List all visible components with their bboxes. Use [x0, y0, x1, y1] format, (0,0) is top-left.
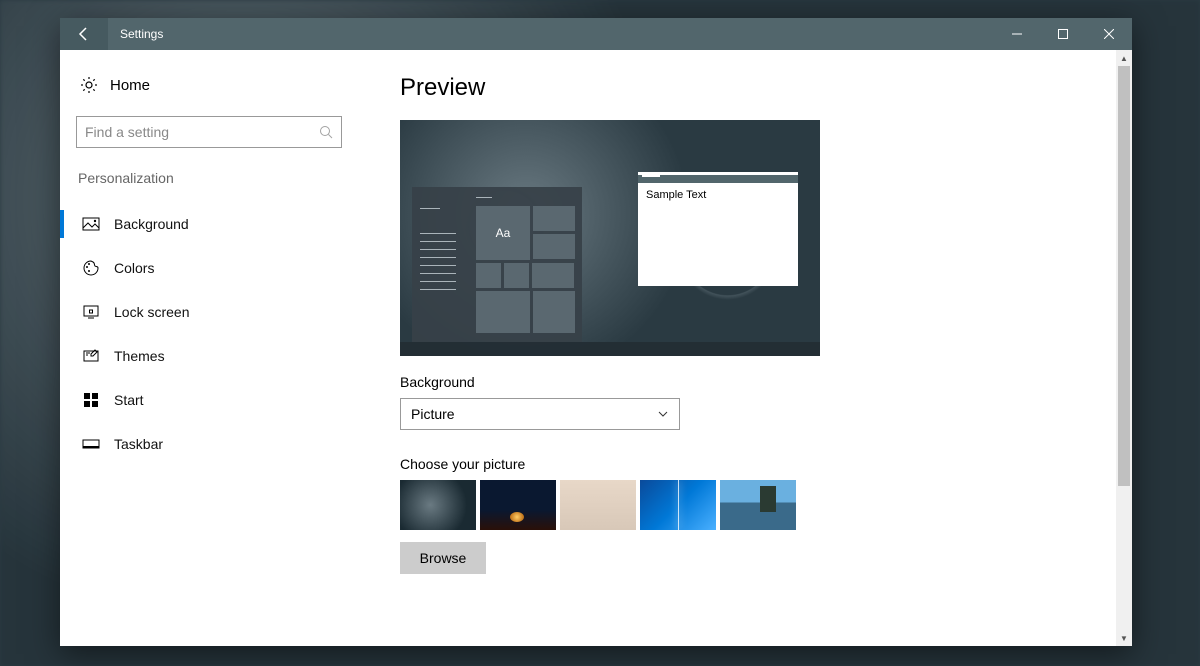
browse-button[interactable]: Browse — [400, 542, 486, 574]
sidebar: Home Personalization Background Colors — [60, 50, 390, 646]
search-box[interactable] — [76, 116, 342, 148]
close-button[interactable] — [1086, 18, 1132, 50]
palette-icon — [82, 259, 100, 277]
picture-thumb-5[interactable] — [720, 480, 796, 530]
picture-thumb-2[interactable] — [480, 480, 556, 530]
maximize-icon — [1058, 29, 1068, 39]
lockscreen-icon — [82, 303, 100, 321]
preview-sample-text: Sample Text — [638, 183, 798, 207]
arrow-left-icon — [76, 26, 92, 42]
back-button[interactable] — [60, 18, 108, 50]
scroll-thumb[interactable] — [1118, 66, 1130, 486]
picture-thumb-4[interactable] — [640, 480, 716, 530]
minimize-icon — [1012, 29, 1022, 39]
page-title: Preview — [400, 74, 1102, 102]
home-label: Home — [110, 77, 150, 94]
preview-start-menu: Aa — [412, 187, 582, 342]
maximize-button[interactable] — [1040, 18, 1086, 50]
preview-taskbar — [400, 342, 820, 356]
picture-icon — [82, 215, 100, 233]
browse-label: Browse — [420, 550, 467, 566]
nav-start[interactable]: Start — [76, 378, 374, 422]
close-icon — [1104, 29, 1114, 39]
window-controls — [994, 18, 1132, 50]
section-label: Personalization — [76, 170, 374, 186]
titlebar: Settings — [60, 18, 1132, 50]
nav-item-label: Lock screen — [114, 304, 189, 320]
nav-themes[interactable]: Themes — [76, 334, 374, 378]
background-label: Background — [400, 374, 1102, 390]
picture-thumb-1[interactable] — [400, 480, 476, 530]
nav-item-label: Start — [114, 392, 144, 408]
search-icon — [319, 125, 333, 139]
vertical-scrollbar[interactable]: ▲ ▼ — [1116, 50, 1132, 646]
nav-lockscreen[interactable]: Lock screen — [76, 290, 374, 334]
choose-picture-label: Choose your picture — [400, 456, 1102, 472]
preview-tile-aa: Aa — [476, 206, 530, 260]
settings-window: Settings — [60, 18, 1132, 646]
taskbar-icon — [82, 435, 100, 453]
background-dropdown[interactable]: Picture — [400, 398, 680, 430]
start-icon — [82, 391, 100, 409]
gear-icon — [80, 76, 98, 94]
nav-item-label: Colors — [114, 260, 154, 276]
nav-list: Background Colors Lock screen Themes Sta… — [76, 202, 374, 466]
scroll-down-arrow[interactable]: ▼ — [1116, 630, 1132, 646]
nav-colors[interactable]: Colors — [76, 246, 374, 290]
picture-thumb-3[interactable] — [560, 480, 636, 530]
preview-sample-window: Sample Text — [638, 172, 798, 286]
dropdown-value: Picture — [411, 406, 455, 422]
scroll-up-arrow[interactable]: ▲ — [1116, 50, 1132, 66]
nav-item-label: Themes — [114, 348, 165, 364]
nav-background[interactable]: Background — [76, 202, 374, 246]
chevron-down-icon — [657, 408, 669, 420]
window-title: Settings — [120, 27, 163, 41]
background-preview: Aa — [400, 120, 820, 356]
nav-item-label: Taskbar — [114, 436, 163, 452]
picture-thumbnails — [400, 480, 1102, 530]
nav-taskbar[interactable]: Taskbar — [76, 422, 374, 466]
nav-item-label: Background — [114, 216, 189, 232]
home-nav[interactable]: Home — [76, 68, 374, 102]
content-area: Preview Aa — [390, 50, 1132, 646]
search-input[interactable] — [85, 124, 319, 140]
themes-icon — [82, 347, 100, 365]
window-body: Home Personalization Background Colors — [60, 50, 1132, 646]
minimize-button[interactable] — [994, 18, 1040, 50]
